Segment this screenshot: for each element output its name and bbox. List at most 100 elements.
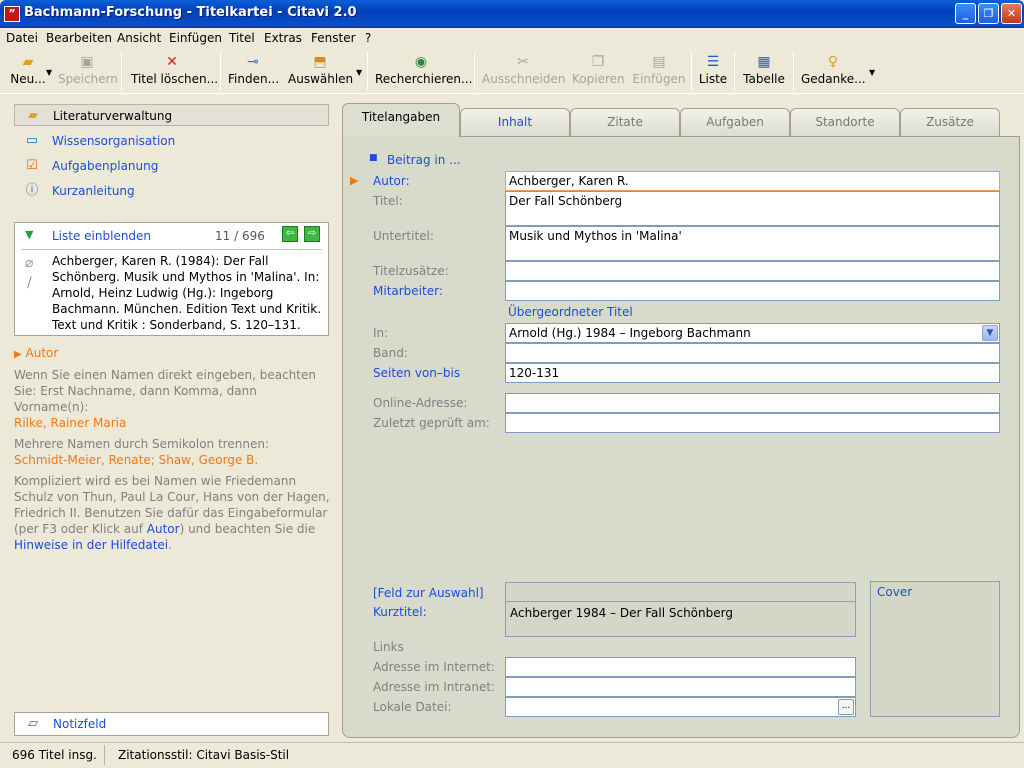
menu-titel[interactable]: Titel xyxy=(229,31,255,45)
last-checked-field[interactable] xyxy=(505,413,1000,433)
toolbar: ▰ Neu... ▼ ▣ Speichern ✕ Titel löschen... ⊸ F… xyxy=(0,48,1024,94)
copy-button[interactable]: ❐ Kopieren xyxy=(572,50,625,92)
menu-datei[interactable]: Datei xyxy=(6,31,38,45)
info-icon: ⓘ xyxy=(25,183,39,198)
volume-field[interactable] xyxy=(505,343,1000,363)
dropdown-arrow-icon: ▼ xyxy=(46,68,53,77)
save-label: Speichern xyxy=(58,72,118,86)
table-icon: ▦ xyxy=(757,54,771,70)
menu-help[interactable]: ? xyxy=(365,31,371,45)
toolbar-separator xyxy=(734,52,735,90)
title-supplements-field[interactable] xyxy=(505,261,1000,281)
previous-record-icon[interactable]: ⇦ xyxy=(282,226,298,242)
app-icon[interactable]: ” xyxy=(4,6,20,22)
select-filter-icon: ⬒ xyxy=(313,54,327,70)
close-button[interactable]: ✕ xyxy=(1001,3,1022,24)
select-button[interactable]: ⬒ Auswählen ▼ xyxy=(288,50,362,92)
help-text: . xyxy=(168,538,172,552)
menu-extras[interactable]: Extras xyxy=(264,31,302,45)
current-field-arrow-icon: ▶ xyxy=(350,174,359,187)
short-title-label[interactable]: Kurztitel: xyxy=(373,605,427,619)
delete-icon: ✕ xyxy=(166,54,178,70)
nav-kurzanleitung[interactable]: ⓘ Kurzanleitung xyxy=(14,180,329,202)
paste-button[interactable]: ▤ Einfügen xyxy=(632,50,686,92)
tab-standorte[interactable]: Standorte xyxy=(790,108,900,136)
toolbar-separator xyxy=(367,52,368,90)
tab-aufgaben[interactable]: Aufgaben xyxy=(680,108,790,136)
author-link[interactable]: Autor xyxy=(147,522,180,536)
delete-title-button[interactable]: ✕ Titel löschen... xyxy=(131,50,218,92)
subtitle-field[interactable]: Musik und Mythos in 'Malina' xyxy=(505,226,1000,261)
menu-einfuegen[interactable]: Einfügen xyxy=(169,31,222,45)
nav-wissensorganisation[interactable]: ▭ Wissensorganisation xyxy=(14,130,329,152)
author-label[interactable]: Autor: xyxy=(373,174,410,188)
tab-zitate[interactable]: Zitate xyxy=(570,108,680,136)
online-address-field[interactable] xyxy=(505,393,1000,413)
scissors-icon: ✂ xyxy=(517,54,529,70)
cover-box[interactable]: Cover xyxy=(870,581,1000,717)
field-choice-label[interactable]: [Feld zur Auswahl] xyxy=(373,586,484,600)
table-view-button[interactable]: ▦ Tabelle xyxy=(742,50,786,92)
toolbar-separator xyxy=(121,52,122,90)
help-example: Rilke, Rainer Maria xyxy=(14,416,127,430)
browse-button[interactable]: ... xyxy=(838,699,854,715)
menu-bearbeiten[interactable]: Bearbeiten xyxy=(46,31,112,45)
divider xyxy=(104,745,105,765)
title-field[interactable]: Der Fall Schönberg xyxy=(505,191,1000,226)
short-title-field[interactable]: Achberger 1984 – Der Fall Schönberg xyxy=(505,601,856,637)
help-text: ) und beachten Sie die xyxy=(179,522,316,536)
pages-field[interactable]: 120-131 xyxy=(505,363,1000,383)
title-label: Titel: xyxy=(373,194,403,208)
help-paragraph: Wenn Sie einen Namen direkt eingeben, be… xyxy=(14,368,316,414)
title-list-panel: ▼ Liste einblenden 11 / 696 ⇦ ⇨ ⌀ / Achb… xyxy=(14,222,329,336)
intranet-address-field[interactable] xyxy=(505,677,856,697)
field-choice-box[interactable] xyxy=(505,582,856,602)
menu-ansicht[interactable]: Ansicht xyxy=(117,31,161,45)
show-list-toggle[interactable]: Liste einblenden xyxy=(52,229,151,243)
minimize-button[interactable]: _ xyxy=(955,3,976,24)
paste-label: Einfügen xyxy=(632,72,686,86)
help-file-link[interactable]: Hinweise in der Hilfedatei xyxy=(14,538,168,552)
new-button[interactable]: ▰ Neu... ▼ xyxy=(4,50,52,92)
tab-inhalt[interactable]: Inhalt xyxy=(460,108,570,136)
research-label: Recherchieren... xyxy=(375,72,473,86)
arrow-right-icon: ▶ xyxy=(14,349,22,360)
nav-aufgabenplanung[interactable]: ☑ Aufgabenplanung xyxy=(14,155,329,177)
thought-button[interactable]: ♀ Gedanke... ▼ xyxy=(801,50,875,92)
nav-label: Wissensorganisation xyxy=(52,134,176,148)
contributors-label[interactable]: Mitarbeiter: xyxy=(373,284,443,298)
maximize-button[interactable]: ❐ xyxy=(978,3,999,24)
chevron-down-icon[interactable]: ▼ xyxy=(982,325,998,341)
parent-title-link[interactable]: Übergeordneter Titel xyxy=(508,305,633,319)
internet-address-field[interactable] xyxy=(505,657,856,677)
research-button[interactable]: ◉ Recherchieren... xyxy=(375,50,472,92)
select-label: Auswählen xyxy=(288,72,354,86)
links-heading: Links xyxy=(373,640,404,654)
list-view-button[interactable]: ☰ Liste xyxy=(698,50,728,92)
menu-fenster[interactable]: Fenster xyxy=(311,31,356,45)
dropdown-arrow-icon: ▼ xyxy=(869,68,876,77)
triangle-down-icon[interactable]: ▼ xyxy=(25,228,33,241)
in-select[interactable]: Arnold (Hg.) 1984 – Ingeborg Bachmann ▼ xyxy=(505,323,1000,343)
tab-zusaetze[interactable]: Zusätze xyxy=(900,108,1000,136)
toolbar-separator xyxy=(474,52,475,90)
tab-titelangaben[interactable]: Titelangaben xyxy=(342,103,460,137)
note-field[interactable]: ▱ Notizfeld xyxy=(14,712,329,736)
intranet-address-label: Adresse im Intranet: xyxy=(373,680,496,694)
author-field[interactable]: Achberger, Karen R. xyxy=(505,171,1000,191)
online-address-label: Online-Adresse: xyxy=(373,396,468,410)
internet-address-label: Adresse im Internet: xyxy=(373,660,495,674)
contributors-field[interactable] xyxy=(505,281,1000,301)
find-button[interactable]: ⊸ Finden... xyxy=(228,50,279,92)
pages-label[interactable]: Seiten von–bis xyxy=(373,366,460,380)
toolbar-separator xyxy=(793,52,794,90)
document-type-link[interactable]: Beitrag in ... xyxy=(387,153,461,167)
local-file-field[interactable]: ... xyxy=(505,697,856,717)
note-icon: ▱ xyxy=(28,716,38,731)
next-record-icon[interactable]: ⇨ xyxy=(304,226,320,242)
nav-literaturverwaltung[interactable]: ▰ Literaturverwaltung xyxy=(14,104,329,126)
help-paragraph: Kompliziert wird es bei Namen wie Friede… xyxy=(14,473,332,553)
save-button[interactable]: ▣ Speichern xyxy=(58,50,118,92)
local-file-label: Lokale Datei: xyxy=(373,700,452,714)
cut-button[interactable]: ✂ Ausschneiden xyxy=(482,50,565,92)
